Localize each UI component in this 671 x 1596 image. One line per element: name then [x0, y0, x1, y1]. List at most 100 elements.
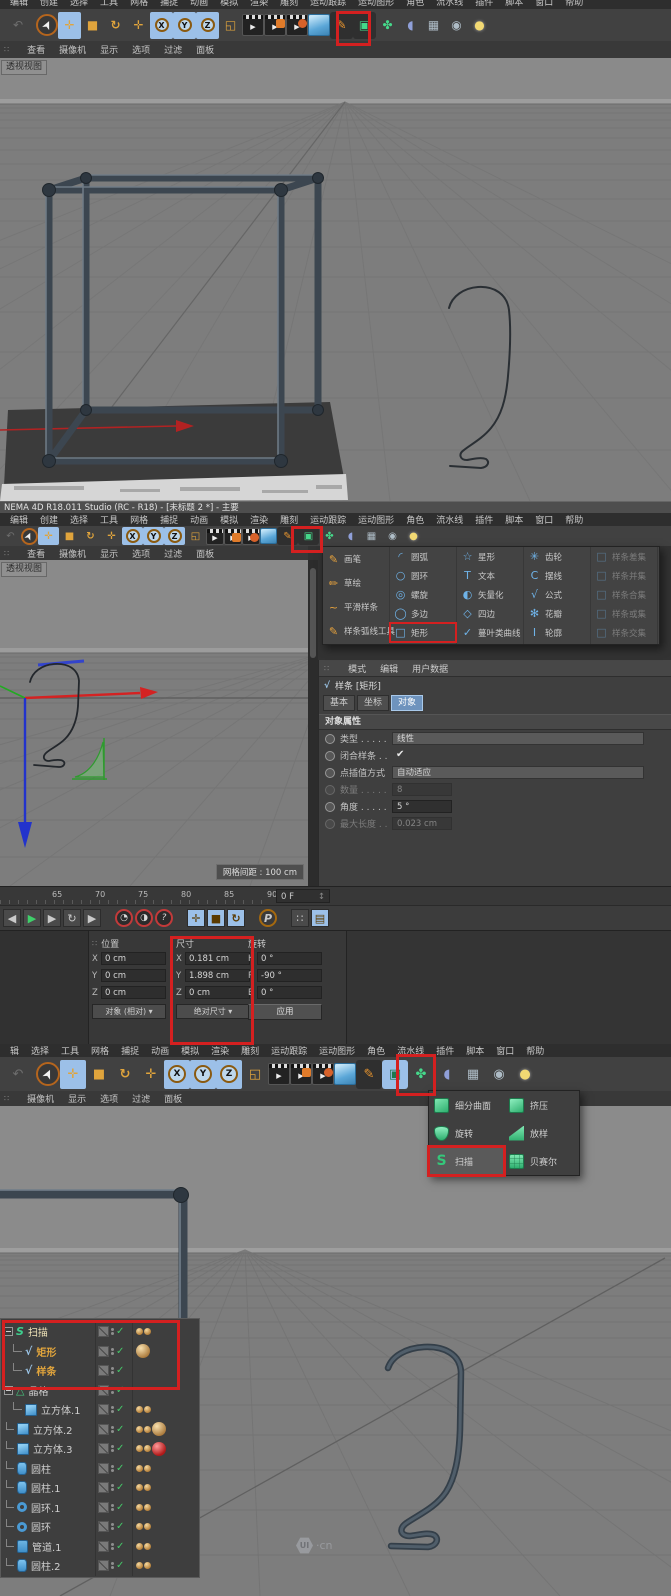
tree-connector[interactable]	[13, 1363, 22, 1371]
object-manager-row[interactable]: 样条 ✓	[1, 1361, 199, 1381]
scale-tool-icon[interactable]: ■	[59, 527, 80, 545]
viewport-menu-item[interactable]: 过滤	[157, 43, 189, 56]
scale-tool-icon[interactable]: ■	[86, 1060, 112, 1089]
menu-item[interactable]: 辑	[4, 1044, 25, 1057]
spline-menu-item[interactable]: ✓蔓叶类曲线	[457, 623, 523, 642]
object-manager-row[interactable]: 圆柱.1 ✓	[1, 1478, 199, 1498]
enabled-check-icon[interactable]: ✓	[116, 1482, 124, 1493]
material-tag[interactable]	[144, 1543, 151, 1550]
visibility-dots[interactable]	[111, 1504, 114, 1511]
visibility-dots[interactable]	[111, 1445, 114, 1452]
spline-menu-item[interactable]: ◇四边	[457, 604, 523, 623]
spline-menu-item[interactable]: ✏草绘	[323, 571, 389, 595]
floor-icon[interactable]: ▦	[460, 1060, 486, 1089]
loop-button[interactable]: ↻	[63, 909, 81, 927]
viewport-menu-item[interactable]: 显示	[93, 547, 125, 560]
viewport-menu-item[interactable]: 显示	[93, 43, 125, 56]
light-icon[interactable]: ●	[403, 527, 424, 545]
tree-connector[interactable]	[13, 1344, 22, 1352]
material-tag[interactable]	[144, 1465, 151, 1472]
x-axis-lock-icon[interactable]: X	[164, 1060, 190, 1089]
viewport-perspective-2[interactable]: 透视视图	[0, 560, 308, 886]
material-tags[interactable]	[132, 1420, 199, 1440]
viewport-menu-item[interactable]: 摄像机	[52, 547, 93, 560]
viewport-menu-item[interactable]: 摄像机	[52, 43, 93, 56]
menu-item[interactable]: 运动图形	[352, 0, 400, 8]
spline-menu-item[interactable]: √公式	[524, 585, 590, 604]
menu-item[interactable]: 工具	[55, 1044, 85, 1057]
menu-item[interactable]: 插件	[469, 513, 499, 526]
layer-tag-icon[interactable]	[98, 1443, 109, 1454]
menu-item[interactable]: 雕刻	[274, 0, 304, 8]
render-view-button[interactable]: ◔	[115, 909, 133, 927]
menu-item[interactable]: 帮助	[520, 1044, 550, 1057]
layer-tag-icon[interactable]	[98, 1521, 109, 1532]
spline-menu-item[interactable]: ~平滑样条	[323, 595, 389, 619]
size-value-field[interactable]: 1.898 cm	[185, 969, 250, 982]
deformer-icon[interactable]: ◖	[340, 527, 361, 545]
menu-item[interactable]: 流水线	[430, 513, 469, 526]
rotate-mode-button[interactable]: ↻	[227, 909, 245, 927]
menu-item[interactable]: 网格	[124, 513, 154, 526]
menu-item[interactable]: 窗口	[529, 0, 559, 8]
camera-icon[interactable]: ◉	[445, 12, 468, 39]
mograph-icon[interactable]: ✤	[319, 527, 340, 545]
menu-item[interactable]: 运动图形	[313, 1044, 361, 1057]
menu-item[interactable]: 雕刻	[235, 1044, 265, 1057]
move-tool-icon[interactable]: ✛	[58, 12, 81, 39]
material-tag[interactable]	[136, 1504, 143, 1511]
object-manager-row[interactable]: 扫描 ✓	[1, 1322, 199, 1342]
attribute-value-field[interactable]: 自动适应	[392, 766, 644, 779]
pen-spline-icon[interactable]: ✎	[356, 1060, 382, 1089]
spline-menu-item[interactable]: ✎样条弧线工具	[323, 619, 389, 643]
viewport-menu-item[interactable]: 过滤	[125, 1092, 157, 1105]
spline-menu-item[interactable]: ○圆环	[390, 566, 456, 585]
material-tag[interactable]	[144, 1523, 151, 1530]
tree-connector[interactable]	[6, 1480, 14, 1488]
menu-item[interactable]: 选择	[64, 513, 94, 526]
scale-mode-button[interactable]: ■	[207, 909, 225, 927]
parent-mode-button[interactable]: P	[259, 909, 277, 927]
coordinate-system-icon[interactable]: ◱	[242, 1060, 268, 1089]
apply-button[interactable]: 应用	[248, 1004, 322, 1020]
undo-icon[interactable]: ↶	[0, 12, 36, 39]
attribute-tab[interactable]: 基本	[323, 695, 355, 711]
material-tags[interactable]	[132, 1381, 199, 1401]
render-view-icon[interactable]: ▶	[242, 14, 264, 36]
menu-item[interactable]: 动画	[145, 1044, 175, 1057]
material-tag[interactable]	[144, 1484, 151, 1491]
material-tags[interactable]	[132, 1459, 199, 1479]
menu-item[interactable]: 渲染	[205, 1044, 235, 1057]
attributes-menu-item[interactable]: 用户数据	[405, 662, 455, 675]
light-icon[interactable]: ●	[512, 1060, 538, 1089]
viewport-menu-item[interactable]: 面板	[189, 547, 221, 560]
enabled-check-icon[interactable]: ✓	[116, 1463, 124, 1474]
spline-menu-item[interactable]: ◜圆弧	[390, 547, 456, 566]
menu-item[interactable]: 插件	[430, 1044, 460, 1057]
material-tags[interactable]	[132, 1439, 199, 1459]
menu-item[interactable]: 网格	[85, 1044, 115, 1057]
primitive-cube-icon[interactable]	[260, 528, 277, 544]
menu-item[interactable]: 选择	[25, 1044, 55, 1057]
layer-tag-icon[interactable]	[98, 1326, 109, 1337]
menu-item[interactable]: 运动跟踪	[304, 513, 352, 526]
material-tag[interactable]	[136, 1543, 143, 1550]
tree-connector[interactable]	[4, 1327, 13, 1336]
visibility-dots[interactable]	[111, 1426, 114, 1433]
render-picture-icon[interactable]: ▶	[264, 14, 286, 36]
tree-connector[interactable]	[4, 1386, 13, 1395]
menu-item[interactable]: 创建	[34, 513, 64, 526]
visibility-dots[interactable]	[111, 1465, 114, 1472]
render-settings-button[interactable]: ?	[155, 909, 173, 927]
layer-tag-icon[interactable]	[98, 1424, 109, 1435]
object-manager-row[interactable]: 管道.1 ✓	[1, 1537, 199, 1557]
size-value-field[interactable]: 0.181 cm	[185, 952, 250, 965]
enabled-check-icon[interactable]: ✓	[116, 1521, 124, 1532]
layer-tag-icon[interactable]	[98, 1482, 109, 1493]
attribute-value-field[interactable]: 线性	[392, 732, 644, 745]
keyframe-radio-icon[interactable]	[325, 768, 335, 778]
menu-item[interactable]: 捕捉	[154, 513, 184, 526]
selection-tool-icon[interactable]: ➤	[36, 1062, 60, 1086]
mograph-icon[interactable]: ✤	[376, 12, 399, 39]
y-axis-lock-icon[interactable]: Y	[143, 527, 164, 545]
